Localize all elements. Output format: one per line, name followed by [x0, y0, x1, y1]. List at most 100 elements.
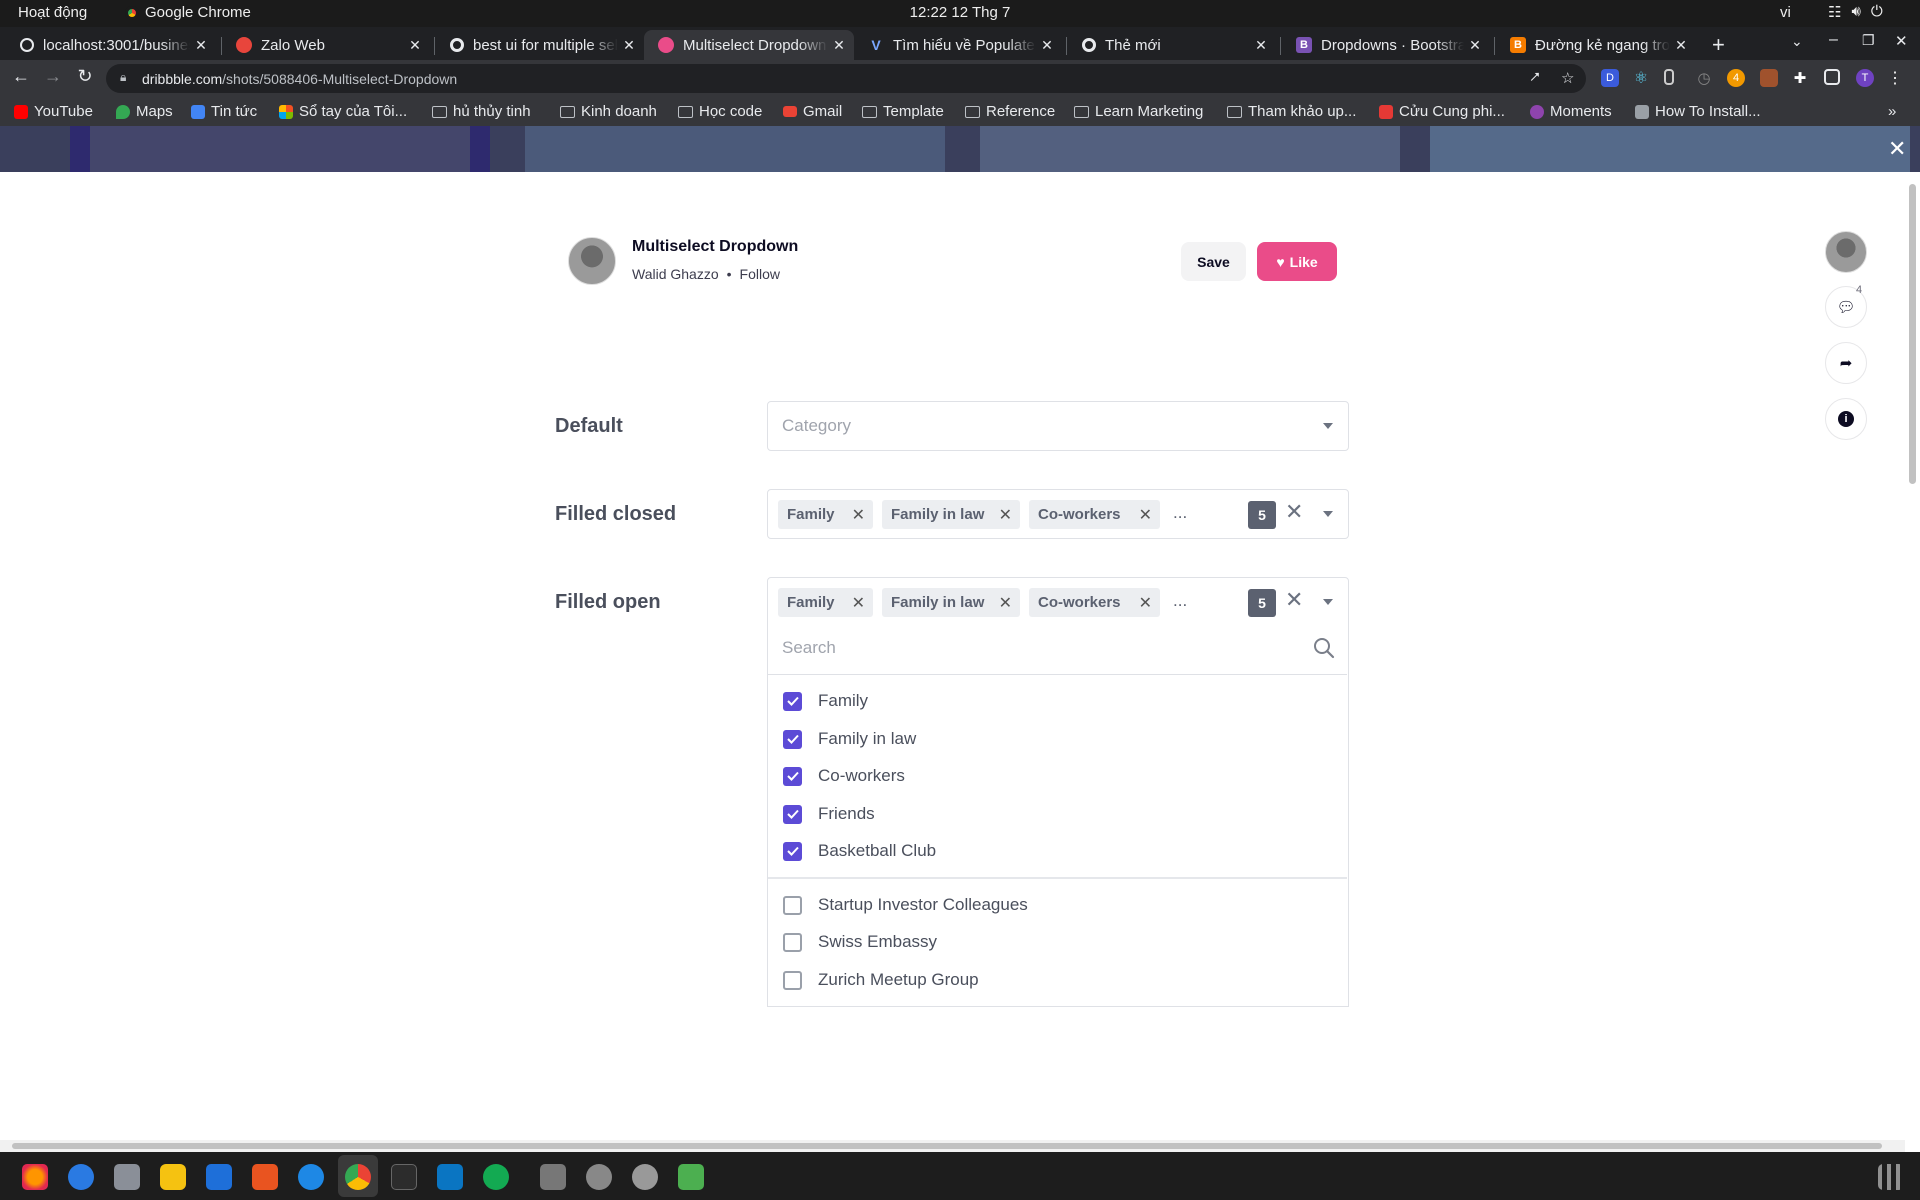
address-bar[interactable]: 🔒︎ dribbble.com/shots/5088406-Multiselec… — [106, 64, 1586, 93]
bookmark-folder-reference[interactable]: Reference — [965, 103, 1055, 120]
tab-populate[interactable]: V Tìm hiểu về Populate ✕ — [854, 30, 1062, 60]
vertical-scrollbar[interactable] — [1905, 172, 1920, 1142]
checkbox-checked[interactable] — [783, 841, 802, 861]
close-tab-icon[interactable]: ✕ — [1670, 37, 1692, 54]
input-language[interactable]: vi — [1780, 4, 1791, 21]
tab-google-search[interactable]: best ui for multiple select ✕ — [436, 30, 644, 60]
close-modal-icon[interactable]: ✕ — [1888, 136, 1906, 162]
chip-remove-icon[interactable]: ✕ — [999, 593, 1012, 613]
app-icon[interactable] — [632, 1164, 658, 1190]
bookmark-maps[interactable]: Maps — [116, 103, 173, 120]
close-tab-icon[interactable]: ✕ — [1464, 37, 1486, 54]
bookmarks-overflow-icon[interactable]: » — [1888, 103, 1896, 120]
bookmark-cuu-cung[interactable]: Cửu Cung phi... — [1379, 103, 1505, 120]
maximize-icon[interactable]: ❐ — [1862, 32, 1875, 49]
info-button[interactable]: i — [1825, 398, 1867, 440]
save-button[interactable]: Save — [1181, 242, 1246, 281]
extension-d-icon[interactable]: D — [1601, 69, 1619, 87]
bookmark-moments[interactable]: Moments — [1530, 103, 1612, 120]
bookmark-folder-hoc-code[interactable]: Học code — [678, 103, 762, 120]
chip-remove-icon[interactable]: ✕ — [1139, 505, 1152, 525]
tab-new[interactable]: Thẻ mới ✕ — [1068, 30, 1276, 60]
new-tab-button[interactable]: + — [1712, 32, 1725, 58]
close-tab-icon[interactable]: ✕ — [404, 37, 426, 54]
bookmark-youtube[interactable]: YouTube — [14, 103, 93, 120]
follow-link[interactable]: Follow — [740, 266, 780, 282]
minimize-icon[interactable]: – — [1829, 31, 1838, 49]
forward-icon[interactable]: → — [41, 66, 65, 87]
chip-remove-icon[interactable]: ✕ — [852, 505, 865, 525]
tab-multiselect-dropdown[interactable]: Multiselect Dropdown ✕ — [644, 30, 854, 60]
option-co-workers[interactable]: Co-workers — [783, 764, 905, 788]
bookmark-gmail[interactable]: Gmail — [783, 103, 842, 120]
bookmark-folder-kinh-doanh[interactable]: Kinh doanh — [560, 103, 657, 120]
extensions-puzzle-icon[interactable]: ✚ — [1791, 69, 1809, 87]
clear-all-icon[interactable]: ✕ — [1285, 587, 1303, 613]
chip-remove-icon[interactable]: ✕ — [852, 593, 865, 613]
bookmark-so-tay[interactable]: Sổ tay của Tôi... — [279, 103, 407, 120]
bookmark-folder-tham-khao[interactable]: Tham khảo up... — [1227, 103, 1356, 120]
bookmark-tin-tuc[interactable]: Tin tức — [191, 103, 257, 120]
share-icon[interactable]: ⭧ — [1530, 69, 1540, 86]
checkbox-checked[interactable] — [783, 729, 802, 749]
chrome-menu-icon[interactable]: ⋮ — [1886, 69, 1904, 87]
trash-icon[interactable] — [678, 1164, 704, 1190]
tab-search-icon[interactable]: ⌄ — [1791, 33, 1803, 50]
firefox-icon[interactable] — [22, 1164, 48, 1190]
system-tray[interactable]: ☷ 🔊︎ ⏻ — [1828, 3, 1883, 21]
checkbox-checked[interactable] — [783, 766, 802, 786]
search-input[interactable] — [782, 638, 1302, 658]
bookmark-folder-hu-thuy-tinh[interactable]: hủ thủy tinh — [432, 103, 531, 120]
share-button[interactable]: ➦ — [1825, 342, 1867, 384]
app-menu[interactable]: Google Chrome — [125, 4, 251, 21]
bookmark-how-to-install[interactable]: How To Install... — [1635, 103, 1761, 120]
activities-button[interactable]: Hoạt động — [18, 4, 87, 21]
horizontal-scrollbar[interactable] — [0, 1140, 1905, 1152]
extension-badge-icon[interactable]: 4 — [1727, 69, 1745, 87]
clock[interactable]: 12:22 12 Thg 7 — [0, 4, 1920, 21]
tab-blogger[interactable]: B Đường kẻ ngang trong ✕ — [1496, 30, 1696, 60]
caret-down-icon[interactable] — [1323, 599, 1333, 605]
horizontal-scroll-thumb[interactable] — [12, 1143, 1882, 1149]
close-tab-icon[interactable]: ✕ — [1036, 37, 1058, 54]
option-family[interactable]: Family — [783, 689, 868, 713]
checkbox-checked[interactable] — [783, 804, 802, 824]
close-tab-icon[interactable]: ✕ — [190, 37, 212, 54]
tab-zalo[interactable]: Zalo Web ✕ — [222, 30, 430, 60]
vscode-icon[interactable] — [437, 1164, 463, 1190]
reload-icon[interactable]: ↻ — [73, 66, 97, 87]
chip-remove-icon[interactable]: ✕ — [999, 505, 1012, 525]
option-startup-investor-colleagues[interactable]: Startup Investor Colleagues — [783, 893, 1028, 917]
extension-image-icon[interactable] — [1760, 69, 1778, 87]
close-tab-icon[interactable]: ✕ — [1250, 37, 1272, 54]
app-icon[interactable] — [540, 1164, 566, 1190]
extension-phone-icon[interactable] — [1664, 69, 1674, 85]
option-basketball-club[interactable]: Basketball Club — [783, 839, 936, 863]
software-center-icon[interactable] — [252, 1164, 278, 1190]
close-tab-icon[interactable]: ✕ — [828, 37, 850, 54]
option-swiss-embassy[interactable]: Swiss Embassy — [783, 930, 937, 954]
close-window-icon[interactable]: ✕ — [1895, 32, 1908, 50]
bookmark-folder-learn-marketing[interactable]: Learn Marketing — [1074, 103, 1203, 120]
checkbox-unchecked[interactable] — [783, 970, 802, 990]
files-icon[interactable] — [114, 1164, 140, 1190]
filled-open-dropdown[interactable]: Family ✕ Family in law ✕ Co-workers ✕ ... 5… — [767, 577, 1349, 627]
extension-clock-icon[interactable]: ◷ — [1695, 69, 1713, 87]
tab-bootstrap[interactable]: B Dropdowns · Bootstrap ✕ — [1282, 30, 1490, 60]
checkbox-checked[interactable] — [783, 691, 802, 711]
mongodb-compass-icon[interactable] — [483, 1164, 509, 1190]
chip-remove-icon[interactable]: ✕ — [1139, 593, 1152, 613]
close-tab-icon[interactable]: ✕ — [618, 37, 640, 54]
tab-localhost[interactable]: localhost:3001/business ✕ — [6, 30, 216, 60]
bookmark-star-icon[interactable]: ☆ — [1561, 69, 1574, 87]
vertical-scroll-thumb[interactable] — [1909, 184, 1916, 484]
extension-react-icon[interactable]: ⚛ — [1632, 69, 1650, 87]
back-icon[interactable]: ← — [9, 66, 33, 87]
rhythmbox-icon[interactable] — [160, 1164, 186, 1190]
option-zurich-meetup-group[interactable]: Zurich Meetup Group — [783, 968, 979, 992]
terminal-icon[interactable] — [391, 1164, 417, 1190]
profile-avatar-icon[interactable]: T — [1856, 69, 1874, 87]
checkbox-unchecked[interactable] — [783, 895, 802, 915]
side-author-avatar[interactable] — [1825, 231, 1867, 273]
app-icon[interactable] — [586, 1164, 612, 1190]
